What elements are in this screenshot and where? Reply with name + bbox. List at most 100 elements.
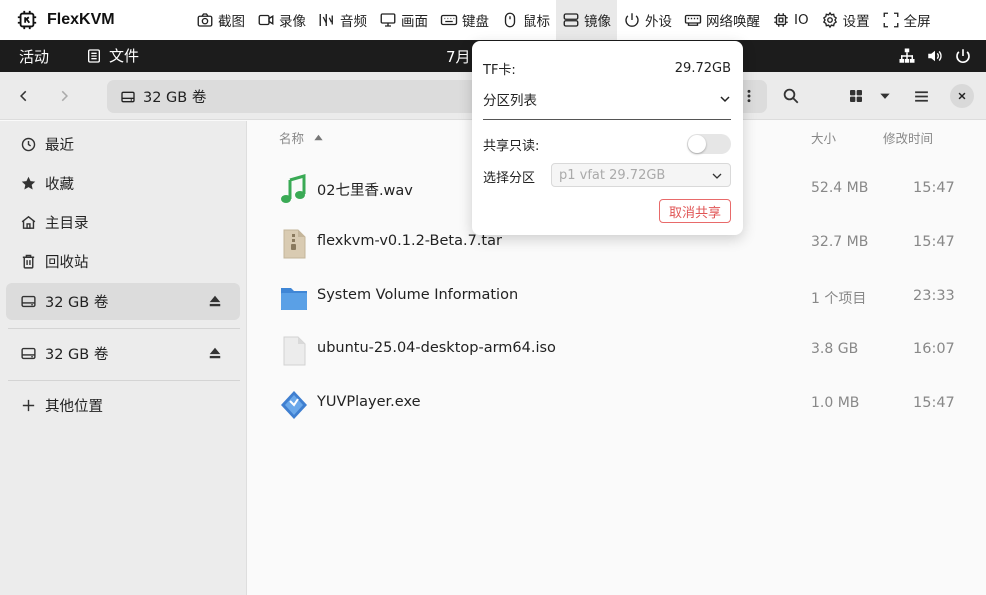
eject-icon[interactable]: [208, 346, 222, 360]
file-size: 52.4 MB: [811, 180, 869, 196]
file-size: 1.0 MB: [811, 395, 860, 411]
menu-peripheral[interactable]: 外设: [617, 0, 678, 40]
tf-card-capacity: 29.72GB: [674, 61, 731, 76]
menu-record[interactable]: 录像: [251, 0, 312, 40]
drive-icon: [21, 347, 36, 360]
clock[interactable]: 7月: [446, 46, 471, 67]
menu-label: 鼠标: [523, 14, 550, 30]
partition-select-label: 选择分区: [483, 171, 536, 186]
menu-settings[interactable]: 设置: [815, 0, 876, 40]
menu-audio[interactable]: 音频: [312, 0, 373, 40]
file-modified: 16:07: [913, 341, 955, 357]
menu-mirror[interactable]: 镜像: [556, 0, 617, 40]
clock-icon: [21, 137, 36, 152]
menu-label: 画面: [401, 14, 428, 30]
back-button[interactable]: [10, 82, 38, 110]
search-button[interactable]: [777, 82, 805, 110]
sidebar-item-other-locations[interactable]: 其他位置: [6, 387, 240, 424]
menu-label: 全屏: [903, 14, 931, 30]
home-icon: [21, 215, 36, 229]
sidebar-item-starred[interactable]: 收藏: [6, 165, 240, 202]
sidebar-divider: [8, 328, 240, 329]
fullscreen-icon: [883, 12, 899, 28]
sidebar-item-label: 回收站: [45, 255, 89, 271]
column-header-name[interactable]: 名称: [279, 128, 324, 147]
chevron-down-icon: [712, 173, 722, 179]
places-sidebar: 最近 收藏 主目录 回收站 32 GB 卷 32 GB 卷 其他位置: [0, 121, 247, 595]
sidebar-item-label: 主目录: [45, 216, 89, 232]
partition-list-toggle[interactable]: 分区列表: [483, 89, 731, 109]
search-icon: [783, 88, 799, 104]
file-modified: 15:47: [913, 234, 955, 250]
mouse-icon: [504, 12, 516, 28]
sidebar-item-trash[interactable]: 回收站: [6, 243, 240, 280]
unshare-button[interactable]: 取消共享: [659, 199, 731, 223]
menu-mouse[interactable]: 鼠标: [495, 0, 556, 40]
sidebar-item-volume-2[interactable]: 32 GB 卷: [6, 335, 240, 372]
window-close-button[interactable]: [950, 84, 974, 108]
chevron-down-icon: [720, 96, 730, 103]
file-name: ubuntu-25.04-desktop-arm64.iso: [317, 340, 556, 356]
main-menu-button[interactable]: [907, 82, 935, 110]
system-tray[interactable]: [898, 47, 972, 65]
forward-button[interactable]: [50, 82, 78, 110]
file-name: System Volume Information: [317, 287, 519, 303]
sidebar-item-volume-1[interactable]: 32 GB 卷: [6, 283, 240, 320]
readonly-toggle[interactable]: [687, 134, 731, 154]
video-icon: [258, 14, 274, 26]
app-menu-files[interactable]: 文件: [86, 45, 139, 66]
partition-select[interactable]: p1 vfat 29.72GB: [551, 163, 731, 187]
grid-view-icon: [850, 90, 862, 102]
hamburger-menu-icon: [914, 90, 928, 102]
menu-label: 键盘: [462, 14, 489, 30]
brand-name: FlexKVM: [47, 11, 115, 28]
column-header-modified[interactable]: 修改时间: [883, 128, 933, 147]
file-modified: 15:47: [913, 180, 955, 196]
drive-icon: [21, 295, 36, 308]
folder-icon: [281, 288, 307, 310]
plus-icon: [22, 399, 35, 412]
archive-file-icon: [283, 229, 306, 259]
menu-wol[interactable]: 网络唤醒: [678, 0, 766, 40]
menu-screenshot[interactable]: 截图: [190, 0, 251, 40]
menu-label: IO: [794, 12, 809, 28]
kvm-menu: 截图 录像 音频 画面 键盘 鼠标 镜像 外设 网络唤醒 IO 设置 全屏: [190, 0, 937, 40]
view-options-button[interactable]: [871, 82, 899, 110]
chip-icon: [774, 13, 788, 27]
file-row[interactable]: YUVPlayer.exe 1.0 MB 15:47: [248, 379, 986, 431]
menu-label: 录像: [279, 14, 306, 30]
menu-display[interactable]: 画面: [373, 0, 434, 40]
sidebar-item-label: 其他位置: [45, 399, 103, 415]
power-menu-icon: [956, 49, 970, 63]
storage-icon: [563, 13, 579, 27]
menu-label: 截图: [218, 14, 245, 30]
eject-icon[interactable]: [208, 294, 222, 308]
sort-ascending-icon: [314, 134, 323, 141]
toggle-knob: [688, 135, 706, 153]
file-row[interactable]: System Volume Information 1 个项目 23:33: [248, 272, 986, 324]
menu-label: 设置: [842, 14, 870, 30]
column-header-size[interactable]: 大小: [811, 128, 836, 147]
menu-keyboard[interactable]: 键盘: [434, 0, 495, 40]
file-row[interactable]: ubuntu-25.04-desktop-arm64.iso 3.8 GB 16…: [248, 325, 986, 377]
readonly-label: 共享只读:: [483, 138, 540, 154]
view-grid-button[interactable]: [842, 82, 870, 110]
sidebar-item-home[interactable]: 主目录: [6, 204, 240, 241]
menu-fullscreen[interactable]: 全屏: [876, 0, 937, 40]
volume-icon: [928, 50, 942, 62]
app-name: 文件: [109, 47, 140, 65]
activities-button[interactable]: 活动: [19, 46, 49, 67]
menu-io[interactable]: IO: [766, 0, 815, 40]
path-location: 32 GB 卷: [143, 90, 207, 106]
audio-icon: [319, 14, 333, 26]
tf-card-label: TF卡:: [483, 63, 516, 78]
star-icon: [21, 176, 36, 190]
mirror-popover: TF卡: 29.72GB 分区列表 共享只读: 选择分区 p1 vfat 29.…: [472, 41, 743, 235]
monitor-icon: [380, 13, 396, 27]
flexkvm-logo-icon: [17, 10, 37, 30]
file-name: YUVPlayer.exe: [317, 394, 421, 410]
partition-list-label: 分区列表: [483, 93, 537, 109]
gear-icon: [822, 11, 837, 29]
menu-label: 镜像: [584, 14, 611, 30]
sidebar-item-recent[interactable]: 最近: [6, 126, 240, 163]
